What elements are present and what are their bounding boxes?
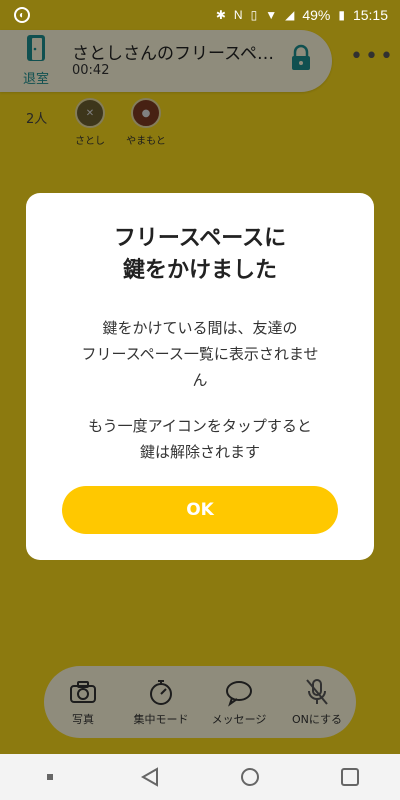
overview-button[interactable] [335, 762, 365, 792]
battery-percent: 49% [302, 7, 331, 23]
back-triangle-icon [140, 767, 158, 787]
battery-icon: ▮ [338, 8, 345, 22]
dialog-body-2: もう一度アイコンをタップすると 鍵は解除されます [88, 417, 312, 461]
ok-button[interactable]: OK [62, 486, 338, 534]
dialog-title: フリースペースに 鍵をかけました [113, 226, 287, 283]
wifi-icon: ▼ [265, 8, 278, 22]
signal-icon: ◢ [285, 8, 295, 22]
system-nav-bar [0, 754, 400, 800]
app-notification-icon: ◐ [14, 7, 30, 23]
recents-dot-button[interactable] [35, 762, 65, 792]
free-space-screen: ◐ ✱ N ▯ ▼ ◢ 49% ▮ 15:15 退室 さとしさんのフリースペ… … [0, 0, 400, 800]
dot-icon [47, 774, 53, 780]
lock-confirmation-dialog: フリースペースに 鍵をかけました 鍵をかけている間は、友達の フリースペース一覧… [26, 193, 374, 560]
bluetooth-icon: ✱ [215, 8, 226, 22]
home-button[interactable] [235, 762, 265, 792]
dialog-body-1: 鍵をかけている間は、友達の フリースペース一覧に表示されませ ん [81, 319, 319, 389]
vibrate-icon: ▯ [250, 8, 258, 22]
nfc-icon: N [233, 8, 243, 22]
back-button[interactable] [135, 762, 165, 792]
square-icon [341, 768, 359, 786]
home-circle-icon [241, 768, 259, 786]
status-bar: ◐ ✱ N ▯ ▼ ◢ 49% ▮ 15:15 [0, 0, 400, 30]
clock: 15:15 [352, 7, 388, 23]
